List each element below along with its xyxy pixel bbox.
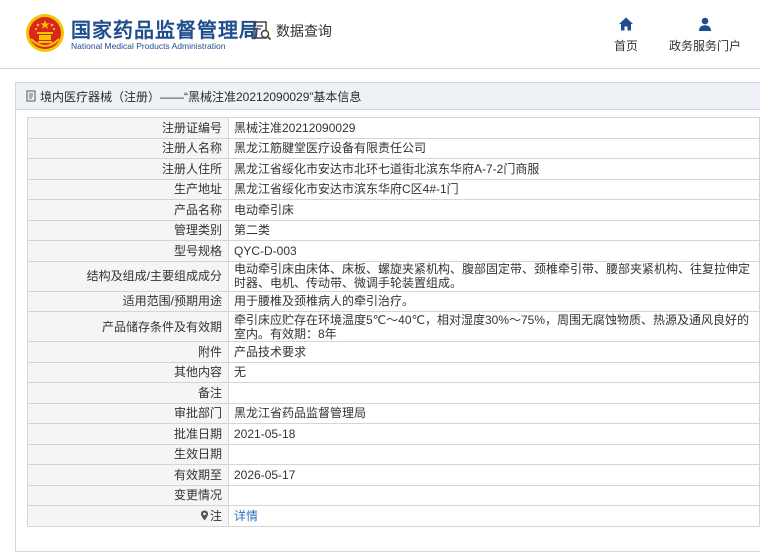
home-nav[interactable]: 首页 — [614, 16, 638, 54]
data-query-nav[interactable]: 数据查询 — [252, 20, 332, 42]
service-portal-nav[interactable]: 政务服务门户 — [669, 16, 741, 54]
data-query-label: 数据查询 — [276, 23, 332, 39]
row-value: 第二类 — [228, 219, 760, 241]
user-icon — [698, 17, 712, 31]
row-value: 黑龙江省绥化市安达市北环七道街北滨东华府A-7-2门商服 — [228, 158, 760, 180]
row-key: 有效期至 — [27, 464, 229, 486]
info-panel: 境内医疗器械（注册）——“黑械注准20212090029”基本信息 注册证编号黑… — [15, 82, 760, 552]
row-key: 型号规格 — [27, 240, 229, 262]
row-value: 电动牵引床 — [228, 199, 760, 221]
table-row: 注册证编号 黑械注准20212090029 — [27, 117, 760, 139]
national-emblem-icon — [26, 14, 64, 52]
table-row: 审批部门 黑龙江省药品监督管理局 — [27, 402, 760, 424]
row-key: 产品名称 — [27, 199, 229, 221]
row-key: 适用范围/预期用途 — [27, 290, 229, 312]
row-key-note: 注 — [27, 505, 229, 527]
row-value: 产品技术要求 — [228, 341, 760, 363]
table-row: 结构及组成/主要组成成分 电动牵引床由床体、床板、螺旋夹紧机构、腹部固定带、颈椎牵… — [27, 260, 760, 292]
row-key: 审批部门 — [27, 402, 229, 424]
row-value — [228, 443, 760, 465]
site-header: 国家药品监督管理局 National Medical Products Admi… — [0, 0, 760, 69]
table-row: 批准日期 2021-05-18 — [27, 423, 760, 445]
table-row: 注 详情 — [27, 505, 760, 527]
row-key: 生效日期 — [27, 443, 229, 465]
row-key: 管理类别 — [27, 219, 229, 241]
info-table: 注册证编号 黑械注准20212090029 注册人名称 黑龙江筋腱堂医疗设备有限责任… — [27, 117, 760, 527]
table-row: 注册人名称 黑龙江筋腱堂医疗设备有限责任公司 — [27, 137, 760, 159]
row-value: 2021-05-18 — [228, 423, 760, 445]
service-portal-label: 政务服务门户 — [669, 39, 742, 53]
row-value: 黑龙江省绥化市安达市滨东华府C区4#-1门 — [228, 178, 760, 200]
row-value: 黑龙江筋腱堂医疗设备有限责任公司 — [228, 137, 760, 159]
row-key: 变更情况 — [27, 484, 229, 506]
home-label: 首页 — [614, 39, 639, 53]
table-row: 产品名称 电动牵引床 — [27, 199, 760, 221]
table-row: 生效日期 — [27, 443, 760, 465]
details-link[interactable]: 详情 — [234, 509, 258, 523]
row-value — [228, 484, 760, 506]
org-name-en: National Medical Products Administration — [71, 41, 226, 51]
table-row: 型号规格 QYC-D-003 — [27, 240, 760, 262]
row-value: 2026-05-17 — [228, 464, 760, 486]
panel-title: 境内医疗器械（注册）——“黑械注准20212090029”基本信息 — [40, 89, 362, 104]
row-key: 附件 — [27, 341, 229, 363]
table-row: 附件 产品技术要求 — [27, 341, 760, 363]
row-value — [228, 382, 760, 404]
table-row: 有效期至 2026-05-17 — [27, 464, 760, 486]
row-value: 电动牵引床由床体、床板、螺旋夹紧机构、腹部固定带、颈椎牵引带、腰部夹紧机构、往复… — [228, 260, 760, 292]
row-key: 注册人名称 — [27, 137, 229, 159]
row-key: 其他内容 — [27, 361, 229, 383]
row-value: 黑械注准20212090029 — [228, 117, 760, 139]
row-value: 用于腰椎及颈椎病人的牵引治疗。 — [228, 290, 760, 312]
row-key: 批准日期 — [27, 423, 229, 445]
table-row: 管理类别 第二类 — [27, 219, 760, 241]
table-row: 变更情况 — [27, 484, 760, 506]
row-key: 生产地址 — [27, 178, 229, 200]
row-value: 无 — [228, 361, 760, 383]
table-row: 生产地址 黑龙江省绥化市安达市滨东华府C区4#-1门 — [27, 178, 760, 200]
row-key: 注册人住所 — [27, 158, 229, 180]
org-name-cn: 国家药品监督管理局 — [71, 20, 260, 42]
pin-icon — [200, 510, 208, 521]
search-doc-icon — [253, 21, 272, 41]
table-row: 注册人住所 黑龙江省绥化市安达市北环七道街北滨东华府A-7-2门商服 — [27, 158, 760, 180]
document-icon — [26, 90, 36, 102]
row-value: 牵引床应贮存在环境温度5℃～40℃，相对湿度30%～75%，周围无腐蚀物质、热源… — [228, 311, 760, 342]
panel-title-bar: 境内医疗器械（注册）——“黑械注准20212090029”基本信息 — [16, 83, 760, 110]
row-key: 产品储存条件及有效期 — [27, 311, 229, 342]
table-row: 产品储存条件及有效期 牵引床应贮存在环境温度5℃～40℃，相对湿度30%～75%，… — [27, 311, 760, 342]
row-key-label: 注 — [209, 508, 222, 523]
table-row: 备注 — [27, 382, 760, 404]
row-key: 结构及组成/主要组成成分 — [27, 260, 229, 292]
table-row: 其他内容无 — [27, 361, 760, 383]
row-key: 备注 — [27, 382, 229, 404]
home-icon — [619, 17, 633, 31]
row-key: 注册证编号 — [27, 117, 229, 139]
table-row: 适用范围/预期用途 用于腰椎及颈椎病人的牵引治疗。 — [27, 290, 760, 312]
row-value: 黑龙江省药品监督管理局 — [228, 402, 760, 424]
row-value: QYC-D-003 — [228, 240, 760, 262]
row-value: 详情 — [228, 505, 760, 527]
